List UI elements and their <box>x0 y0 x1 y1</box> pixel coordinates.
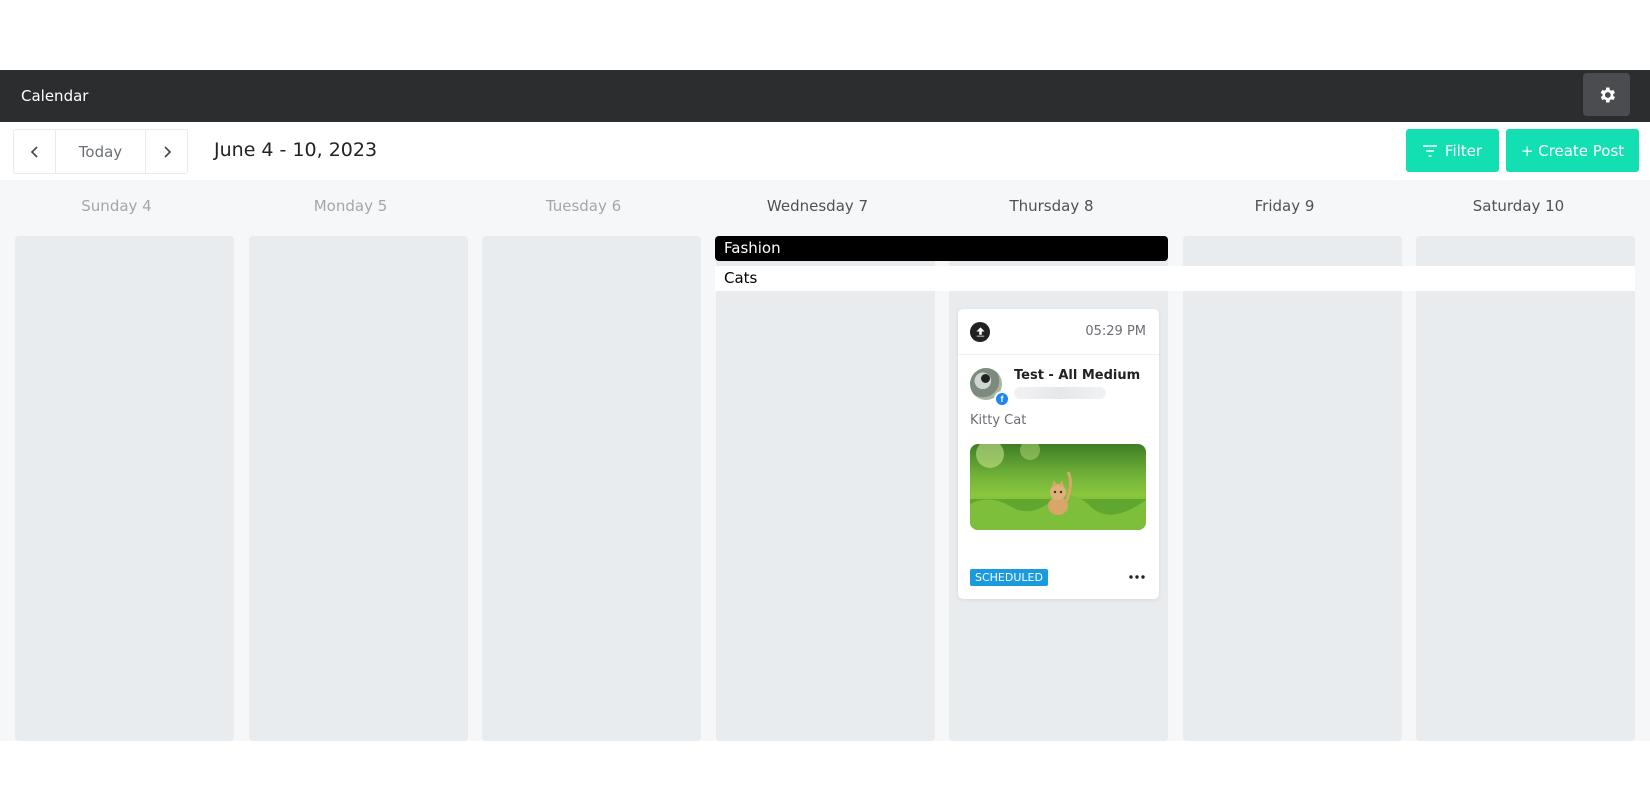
post-caption: Kitty Cat <box>970 413 1027 428</box>
account-handle-placeholder <box>1014 387 1106 399</box>
day-header-friday: Friday 9 <box>1254 197 1315 215</box>
day-header-thursday: Thursday 8 <box>1009 197 1094 215</box>
create-post-button[interactable]: + Create Post <box>1506 129 1639 172</box>
top-bar: Calendar <box>0 70 1650 122</box>
post-time: 05:29 PM <box>1085 324 1146 339</box>
event-bar-fashion[interactable]: Fashion <box>715 236 1168 261</box>
account-name: Test - All Medium <box>1014 368 1141 383</box>
toolbar: Today June 4 - 10, 2023 Filter + Create … <box>0 122 1650 180</box>
week-calendar: Sunday 4 Monday 5 Tuesday 6 Wednesday 7 … <box>0 180 1650 741</box>
day-header-sunday: Sunday 4 <box>81 197 152 215</box>
page-title: Calendar <box>21 87 89 105</box>
gear-icon <box>1600 87 1615 102</box>
post-image[interactable] <box>970 444 1146 530</box>
filter-icon <box>1422 144 1437 157</box>
next-week-button[interactable] <box>146 130 187 173</box>
day-column-wednesday[interactable] <box>716 236 935 741</box>
avatar: f <box>970 368 1010 407</box>
more-horizontal-icon[interactable] <box>1128 568 1146 586</box>
day-column-friday[interactable] <box>1183 236 1402 741</box>
chevron-right-icon <box>163 145 171 158</box>
day-column-sunday[interactable] <box>15 236 234 741</box>
chevron-left-icon <box>30 145 38 158</box>
event-bar-cats[interactable]: Cats <box>715 266 1635 291</box>
date-navigation: Today <box>13 129 188 174</box>
day-header-saturday: Saturday 10 <box>1472 197 1565 215</box>
post-card-header: 05:29 PM <box>958 309 1159 355</box>
previous-week-button[interactable] <box>14 130 55 173</box>
day-column-tuesday[interactable] <box>482 236 701 741</box>
date-range-title: June 4 - 10, 2023 <box>214 139 378 161</box>
calendar-page: Calendar Today June 4 - 10, 2023 Filter … <box>0 0 1650 810</box>
day-column-saturday[interactable] <box>1416 236 1635 741</box>
day-column-monday[interactable] <box>249 236 468 741</box>
facebook-icon: f <box>994 391 1010 407</box>
day-header-tuesday: Tuesday 6 <box>545 197 622 215</box>
day-header-monday: Monday 5 <box>313 197 388 215</box>
day-header-wednesday: Wednesday 7 <box>766 197 869 215</box>
filter-button[interactable]: Filter <box>1406 129 1499 172</box>
status-badge: SCHEDULED <box>970 569 1048 586</box>
settings-button[interactable] <box>1583 73 1630 116</box>
filter-label: Filter <box>1444 141 1483 160</box>
today-button[interactable]: Today <box>55 130 146 173</box>
post-card[interactable]: 05:29 PM f Test - All Medium Kitty Cat S… <box>958 309 1159 599</box>
upload-icon <box>970 322 990 342</box>
